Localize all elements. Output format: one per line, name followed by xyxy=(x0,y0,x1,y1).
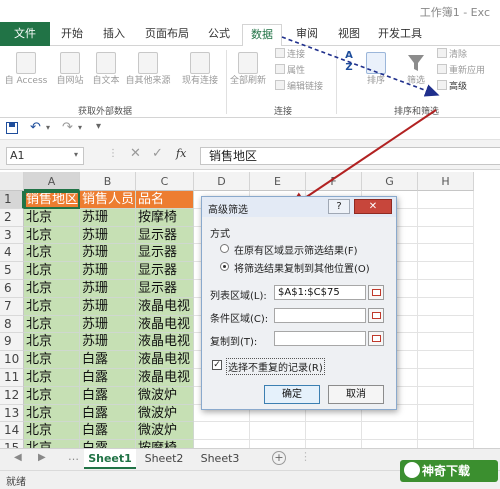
collapse-dialog-icon[interactable] xyxy=(368,308,384,323)
collapse-dialog-icon[interactable] xyxy=(368,331,384,346)
list-range-input[interactable]: $A$1:$C$75 xyxy=(274,285,366,300)
dashed-pointer-arrow xyxy=(281,36,440,97)
unique-records-checkbox[interactable]: ✓ xyxy=(212,360,222,370)
cancel-button[interactable]: 取消 xyxy=(328,385,384,404)
red-pointer-arrow xyxy=(288,109,437,210)
radio-filter-in-place[interactable] xyxy=(220,244,229,253)
option-filter-in-place-label: 在原有区域显示筛选结果(F) xyxy=(234,246,358,257)
collapse-dialog-icon[interactable] xyxy=(368,285,384,300)
method-label: 方式 xyxy=(210,229,230,240)
ok-button[interactable]: 确定 xyxy=(264,385,320,404)
option-copy-to-location-label: 将筛选结果复制到其他位置(O) xyxy=(234,264,370,275)
unique-records-label: 选择不重复的记录(R) xyxy=(226,358,325,375)
copy-to-label: 复制到(T): xyxy=(210,337,258,348)
help-button[interactable]: ? xyxy=(328,199,350,214)
advanced-filter-dialog: 高级筛选 ? ✕ 方式 在原有区域显示筛选结果(F) 将筛选结果复制到其他位置(… xyxy=(201,196,397,410)
copy-to-input[interactable] xyxy=(274,331,366,346)
list-range-label: 列表区域(L): xyxy=(210,291,267,302)
close-icon[interactable]: ✕ xyxy=(354,199,392,214)
dialog-title: 高级筛选 xyxy=(208,205,248,216)
radio-copy-to-location[interactable] xyxy=(220,262,229,271)
criteria-range-label: 条件区域(C): xyxy=(210,314,269,325)
criteria-range-input[interactable] xyxy=(274,308,366,323)
dialog-title-bar[interactable]: 高级筛选 ? ✕ xyxy=(202,197,396,217)
